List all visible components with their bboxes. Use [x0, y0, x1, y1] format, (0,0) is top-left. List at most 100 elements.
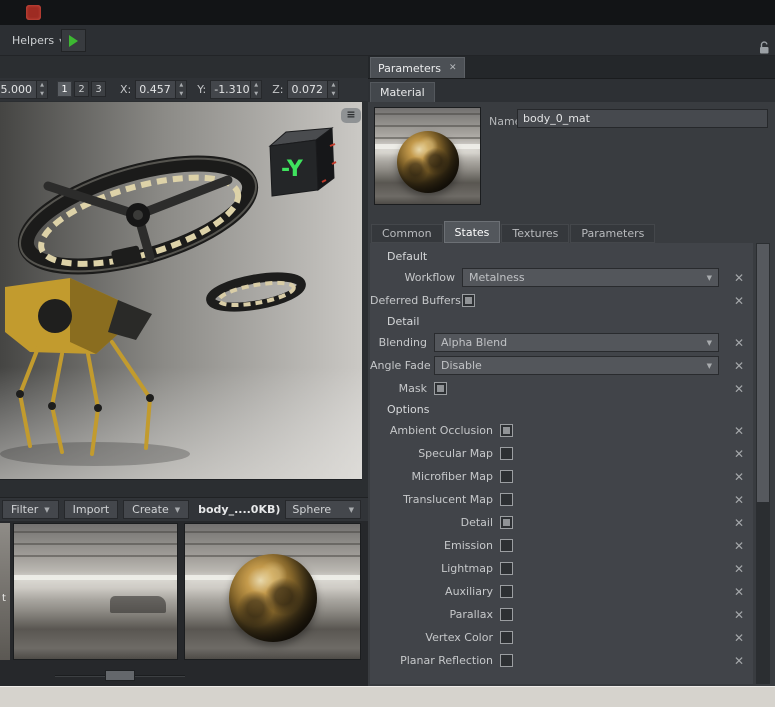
- remove-icon[interactable]: ✕: [727, 539, 751, 553]
- application-window: Helpers ▾ 5.000 ▲ ▼ 123 X:0.457▲▼Y:-1.31…: [0, 0, 775, 707]
- slider-handle[interactable]: [105, 670, 135, 681]
- remove-icon[interactable]: ✕: [727, 336, 751, 350]
- property-label: Translucent Map: [370, 493, 500, 506]
- checkbox-vertex-color[interactable]: [500, 631, 513, 644]
- tab-states[interactable]: States: [444, 221, 501, 243]
- spinner-up-icon[interactable]: ▲: [251, 81, 261, 90]
- chevron-down-icon: ▼: [349, 506, 354, 514]
- scrollbar[interactable]: [756, 243, 770, 684]
- spinner-up-icon[interactable]: ▲: [328, 81, 338, 90]
- checkbox-parallax[interactable]: [500, 608, 513, 621]
- checkbox-mask[interactable]: [434, 382, 447, 395]
- spinner[interactable]: ▲ ▼: [36, 81, 47, 98]
- property-control: [500, 424, 719, 437]
- remove-icon[interactable]: ✕: [727, 516, 751, 530]
- checkbox-ambient-occlusion[interactable]: [500, 424, 513, 437]
- axis-field-x[interactable]: 0.457▲▼: [135, 80, 187, 99]
- spinner[interactable]: ▲▼: [250, 81, 261, 98]
- mode-button-1[interactable]: 1: [57, 81, 72, 97]
- checkbox-specular-map[interactable]: [500, 447, 513, 460]
- property-row: Ambient Occlusion ✕: [370, 419, 753, 442]
- parameters-panel: Parameters ✕ Material Name CommonStatesT…: [368, 56, 775, 686]
- checkbox-auxiliary[interactable]: [500, 585, 513, 598]
- axis-field-z[interactable]: 0.072▲▼: [287, 80, 339, 99]
- remove-icon[interactable]: ✕: [727, 608, 751, 622]
- close-icon[interactable]: ✕: [449, 63, 457, 73]
- property-label: Vertex Color: [370, 631, 500, 644]
- spinner-down-icon[interactable]: ▼: [37, 90, 47, 99]
- lock-icon[interactable]: [758, 41, 771, 55]
- play-button[interactable]: [61, 29, 86, 52]
- app-icon[interactable]: [26, 5, 41, 20]
- menu-icon: ≡: [346, 108, 355, 121]
- tab-material[interactable]: Material: [370, 82, 435, 102]
- checkbox-deferred-buffers[interactable]: [462, 294, 475, 307]
- mode-button-3[interactable]: 3: [91, 81, 106, 97]
- spinner-down-icon[interactable]: ▼: [328, 90, 338, 99]
- remove-icon[interactable]: ✕: [727, 470, 751, 484]
- remove-icon[interactable]: ✕: [727, 271, 751, 285]
- nav-cube-face-label[interactable]: -Y: [281, 157, 304, 182]
- remove-icon[interactable]: ✕: [727, 631, 751, 645]
- dropdown-blending[interactable]: Alpha Blend▼: [434, 333, 719, 352]
- spinner-down-icon[interactable]: ▼: [251, 90, 261, 99]
- remove-icon[interactable]: ✕: [727, 359, 751, 373]
- asset-browser: t: [0, 521, 368, 686]
- remove-icon[interactable]: ✕: [727, 562, 751, 576]
- checkbox-lightmap[interactable]: [500, 562, 513, 575]
- tab-parameters[interactable]: Parameters ✕: [370, 57, 465, 78]
- navigation-cube[interactable]: -Y: [264, 120, 338, 200]
- remove-icon[interactable]: ✕: [727, 382, 751, 396]
- axis-label-x: X:: [120, 83, 131, 96]
- spinner[interactable]: ▲▼: [175, 81, 186, 98]
- checkbox-planar-reflection[interactable]: [500, 654, 513, 667]
- property-row: Specular Map✕: [370, 442, 753, 465]
- mode-button-2[interactable]: 2: [74, 81, 89, 97]
- spinner[interactable]: ▲▼: [327, 81, 338, 98]
- axis-field-y[interactable]: -1.310▲▼: [210, 80, 262, 99]
- preview-shape-dropdown[interactable]: Sphere ▼: [285, 500, 361, 519]
- property-row: Deferred Buffers✕: [370, 289, 753, 312]
- dropdown-value: Metalness: [469, 271, 525, 284]
- remove-icon[interactable]: ✕: [727, 447, 751, 461]
- truncated-item-label: t: [2, 593, 6, 604]
- dropdown-angle-fade[interactable]: Disable▼: [434, 356, 719, 375]
- import-button[interactable]: Import: [64, 500, 119, 519]
- section-header: Detail: [370, 312, 753, 331]
- create-button[interactable]: Create ▼: [123, 500, 189, 519]
- filter-button[interactable]: Filter ▼: [2, 500, 59, 519]
- dropdown-workflow[interactable]: Metalness▼: [462, 268, 719, 287]
- checkbox-microfiber-map[interactable]: [500, 470, 513, 483]
- snap-value-field[interactable]: 5.000 ▲ ▼: [0, 80, 48, 99]
- tab-parameters[interactable]: Parameters: [570, 224, 655, 243]
- panel-tab-bar: Parameters ✕: [368, 56, 775, 79]
- remove-icon[interactable]: ✕: [727, 424, 751, 438]
- spinner-up-icon[interactable]: ▲: [37, 81, 47, 90]
- spinner-up-icon[interactable]: ▲: [176, 81, 186, 90]
- environment-thumbnail[interactable]: [13, 523, 178, 660]
- material-preview-thumbnail[interactable]: [184, 523, 361, 660]
- checkbox-emission[interactable]: [500, 539, 513, 552]
- truncated-asset-item[interactable]: t: [0, 523, 10, 660]
- tab-textures[interactable]: Textures: [501, 224, 569, 243]
- property-label: Ambient Occlusion: [370, 424, 500, 437]
- material-preview[interactable]: [374, 107, 481, 205]
- thumbnail-size-slider[interactable]: [55, 670, 185, 682]
- remove-icon[interactable]: ✕: [727, 654, 751, 668]
- material-name-input[interactable]: [517, 109, 768, 128]
- property-control: Disable▼: [434, 356, 719, 375]
- property-row: Mask✕: [370, 377, 753, 400]
- checkbox-translucent-map[interactable]: [500, 493, 513, 506]
- car-silhouette: [110, 596, 165, 614]
- remove-icon[interactable]: ✕: [727, 493, 751, 507]
- checkbox-detail[interactable]: [500, 516, 513, 529]
- axis-fields: X:0.457▲▼Y:-1.310▲▼Z:0.072▲▼: [120, 80, 339, 99]
- spinner-down-icon[interactable]: ▼: [176, 90, 186, 99]
- remove-icon[interactable]: ✕: [727, 294, 751, 308]
- remove-icon[interactable]: ✕: [727, 585, 751, 599]
- viewport-3d[interactable]: -Y ≡: [0, 102, 362, 480]
- section-header: Options: [370, 400, 753, 419]
- viewport-menu-button[interactable]: ≡: [341, 108, 361, 123]
- scrollbar-thumb[interactable]: [757, 244, 769, 502]
- tab-common[interactable]: Common: [371, 224, 443, 243]
